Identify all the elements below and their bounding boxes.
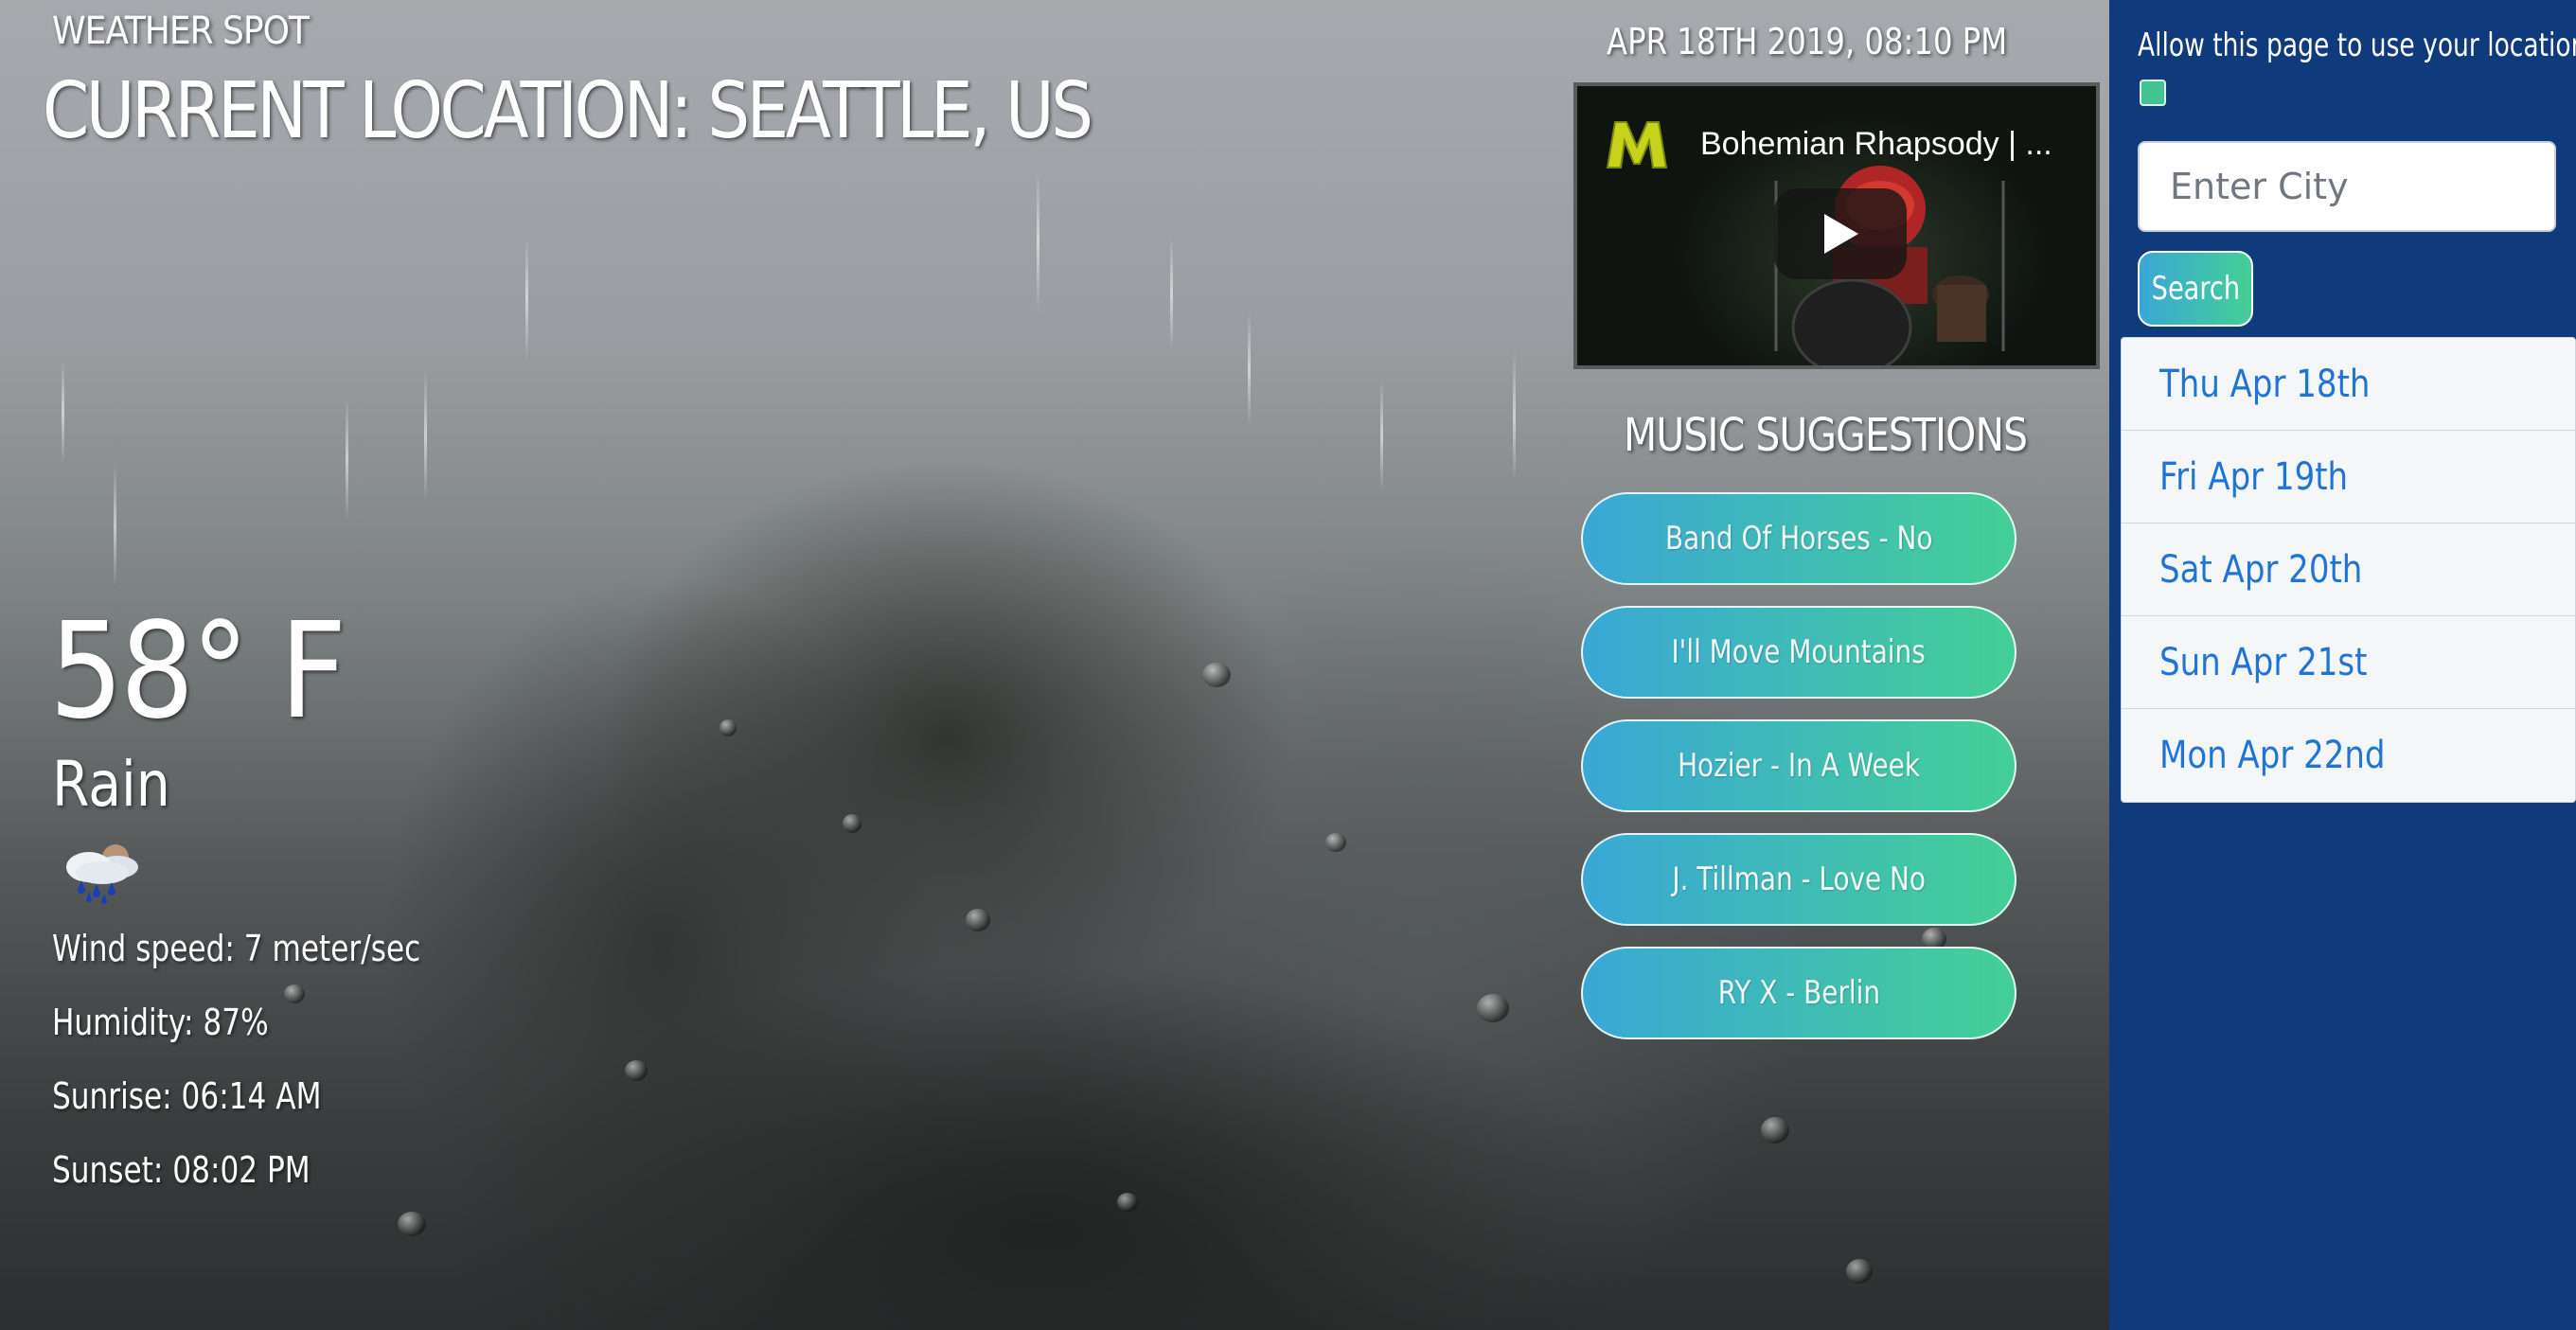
allow-location-checkbox[interactable] <box>2140 80 2166 106</box>
temperature: 58° F <box>49 594 346 749</box>
song-label: J. Tillman - Love No <box>1672 860 1926 898</box>
rain-drop <box>284 984 305 1003</box>
search-button-label: Search <box>2151 270 2240 308</box>
song-label: Band Of Horses - No <box>1664 520 1933 558</box>
app-title: WEATHER SPOT <box>52 9 310 53</box>
day-label: Sat Apr 20th <box>2159 547 2363 592</box>
video-title[interactable]: Bohemian Rhapsody | ... <box>1700 126 2052 163</box>
song-button[interactable]: Hozier - In A Week <box>1581 719 2016 812</box>
day-label: Fri Apr 19th <box>2159 454 2349 499</box>
rain-streak <box>346 398 348 521</box>
rain-streak <box>1248 312 1251 426</box>
weather-condition: Rain <box>52 748 170 821</box>
rain-cloud-icon <box>66 844 138 904</box>
forecast-day-item[interactable]: Thu Apr 18th <box>2122 338 2575 431</box>
song-label: I'll Move Mountains <box>1671 633 1927 671</box>
play-button[interactable] <box>1774 188 1907 279</box>
search-button[interactable]: Search <box>2138 251 2253 327</box>
rain-drop <box>1117 1193 1138 1212</box>
rain-drop <box>966 909 990 931</box>
current-location-heading: CURRENT LOCATION: SEATTLE, US <box>43 66 1093 156</box>
rain-drop <box>1202 663 1231 687</box>
play-icon <box>1824 214 1858 254</box>
rain-streak <box>424 369 427 502</box>
rain-streak <box>1513 350 1516 483</box>
song-label: RY X - Berlin <box>1717 974 1880 1012</box>
day-label: Thu Apr 18th <box>2159 362 2371 406</box>
allow-location-label: Allow this page to use your location <box>2138 27 2576 64</box>
rain-streak <box>114 464 116 587</box>
rain-drop <box>1477 994 1509 1022</box>
rain-streak <box>62 360 64 464</box>
youtube-video-embed[interactable]: Bohemian Rhapsody | ... <box>1573 82 2100 369</box>
sunset: Sunset: 08:02 PM <box>52 1149 311 1191</box>
music-suggestions-heading: MUSIC SUGGESTIONS <box>1624 409 2028 462</box>
song-button[interactable]: I'll Move Mountains <box>1581 606 2016 699</box>
sunrise: Sunrise: 06:14 AM <box>52 1075 322 1117</box>
forecast-day-item[interactable]: Sun Apr 21st <box>2122 616 2575 709</box>
rain-drop <box>1761 1117 1789 1144</box>
rain-drop <box>843 814 862 833</box>
rain-streak <box>1037 170 1039 312</box>
forecast-day-item[interactable]: Mon Apr 22nd <box>2122 709 2575 802</box>
song-button[interactable]: J. Tillman - Love No <box>1581 833 2016 926</box>
rain-drop <box>720 719 737 736</box>
song-button[interactable]: Band Of Horses - No <box>1581 492 2016 585</box>
weather-page: WEATHER SPOT CURRENT LOCATION: SEATTLE, … <box>0 0 2576 1330</box>
forecast-day-list: Thu Apr 18th Fri Apr 19th Sat Apr 20th S… <box>2121 337 2576 803</box>
muppets-logo-icon <box>1606 121 1668 168</box>
day-label: Mon Apr 22nd <box>2159 734 2386 777</box>
current-datetime: APR 18TH 2019, 08:10 PM <box>1607 21 2008 62</box>
rain-streak <box>525 237 528 360</box>
wind-speed: Wind speed: 7 meter/sec <box>52 928 421 969</box>
rain-streak <box>1380 379 1383 492</box>
rain-drop <box>1846 1259 1873 1284</box>
rain-streak <box>1170 237 1173 350</box>
song-button[interactable]: RY X - Berlin <box>1581 947 2016 1039</box>
rain-drop <box>625 1060 648 1081</box>
day-label: Sun Apr 21st <box>2159 640 2368 684</box>
rain-drop <box>398 1212 426 1236</box>
song-label: Hozier - In A Week <box>1678 747 1920 785</box>
rain-drop <box>1325 833 1346 852</box>
forecast-day-item[interactable]: Fri Apr 19th <box>2122 431 2575 523</box>
forecast-day-item[interactable]: Sat Apr 20th <box>2122 523 2575 616</box>
humidity: Humidity: 87% <box>52 1002 269 1043</box>
city-search-input[interactable] <box>2138 141 2556 232</box>
